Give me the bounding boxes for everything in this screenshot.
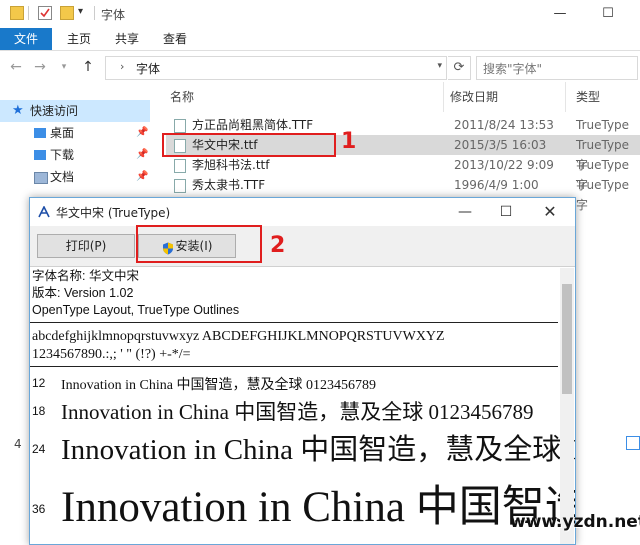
sidebar-item-quick-access[interactable]: ★ 快速访问 — [0, 100, 150, 122]
search-input[interactable]: 搜索"字体" — [476, 56, 638, 80]
column-header-type[interactable]: 类型 — [576, 88, 600, 105]
forward-arrow-icon[interactable]: → — [30, 57, 50, 77]
scrollbar-thumb[interactable] — [562, 284, 572, 394]
minimize-button[interactable]: — — [540, 4, 580, 24]
sidebar-item-label: 快速访问 — [30, 104, 79, 118]
font-outline-line: OpenType Layout, TrueType Outlines — [32, 303, 240, 317]
size-sample-text: Innovation in China 中国智造，慧及全球 0123456789 — [61, 400, 534, 424]
window-title: 字体 — [101, 8, 126, 22]
size-sample-36: 36 Innovation in China 中国智造，慧及全球 0123456… — [30, 472, 575, 532]
divider — [94, 6, 95, 20]
address-field[interactable]: › 字体 ▾ — [105, 56, 447, 80]
close-button[interactable]: ✕ — [530, 202, 570, 222]
sidebar-item-label: 下载 — [50, 148, 75, 162]
sidebar-item-label: 桌面 — [50, 126, 75, 140]
file-name: 方正品尚粗黑简体.TTF — [192, 118, 314, 132]
file-type: TrueType 字 — [576, 178, 630, 212]
sidebar-item-documents[interactable]: 文档 📌 — [0, 166, 150, 188]
alphabet-sample: abcdefghijklmnopqrstuvwxyz ABCDEFGHIJKLM… — [32, 329, 445, 344]
dialog-toolbar: 打印(P) 安装(I) — [30, 226, 575, 267]
refresh-icon[interactable]: ⟳ — [448, 56, 471, 80]
font-viewer-dialog: 华文中宋 (TrueType) — ☐ ✕ 打印(P) 安装(I) 字体名称: … — [29, 197, 576, 545]
column-header-date[interactable]: 修改日期 — [450, 88, 498, 105]
annotation-number-2: 2 — [270, 233, 286, 258]
size-sample-12: 12 Innovation in China 中国智造，慧及全球 0123456… — [30, 374, 570, 394]
maximize-button[interactable]: ☐ — [486, 202, 526, 222]
dialog-title: 华文中宋 (TrueType) — [56, 206, 171, 220]
size-label: 18 — [32, 404, 46, 418]
back-arrow-icon[interactable]: ← — [6, 57, 26, 77]
column-header-name[interactable]: 名称 — [170, 88, 194, 105]
font-file-icon — [174, 179, 186, 193]
breadcrumb[interactable]: 字体 — [136, 60, 160, 77]
sidebar-item-downloads[interactable]: 下载 📌 — [0, 144, 150, 166]
font-icon — [38, 205, 50, 218]
file-name: 李旭科书法.ttf — [192, 158, 270, 172]
tab-home[interactable]: 主页 — [58, 28, 100, 50]
folder-icon — [10, 6, 24, 20]
file-row[interactable]: 方正品尚粗黑简体.TTF 2011/8/24 13:53 TrueType 字 — [166, 115, 640, 152]
file-date: 2015/3/5 16:03 — [454, 138, 547, 152]
star-icon: ★ — [12, 103, 24, 118]
column-divider[interactable] — [443, 82, 444, 112]
up-arrow-icon[interactable]: ↑ — [78, 57, 98, 77]
recent-locations-chevron-icon[interactable]: ▾ — [54, 57, 74, 77]
print-button[interactable]: 打印(P) — [37, 234, 135, 258]
column-divider[interactable] — [565, 82, 566, 112]
size-label: 36 — [32, 502, 46, 516]
sidebar-item-label: 文档 — [50, 170, 75, 184]
minimize-button[interactable]: — — [445, 202, 485, 222]
divider — [30, 322, 558, 323]
size-label: 12 — [32, 376, 46, 390]
font-version-line: 版本: Version 1.02 — [32, 286, 134, 300]
size-sample-text: Innovation in China 中国智造，慧及全球 0123456789 — [61, 484, 576, 531]
tab-view[interactable]: 查看 — [154, 28, 196, 50]
tab-file[interactable]: 文件 — [0, 28, 52, 50]
download-folder-icon — [34, 150, 46, 160]
pin-icon[interactable]: 📌 — [136, 122, 148, 144]
digits-sample: 1234567890.:,; ' " (!?) +-*/= — [32, 347, 191, 362]
address-dropdown-icon[interactable]: ▾ — [437, 61, 442, 71]
ribbon-tabs: 文件 主页 共享 查看 — [0, 28, 640, 51]
desktop-folder-icon — [34, 128, 46, 138]
file-row[interactable]: 李旭科书法.ttf 2013/10/22 9:09 TrueType 字 — [166, 155, 640, 192]
search-placeholder: 搜索"字体" — [483, 62, 543, 76]
breadcrumb-chevron-icon[interactable]: › — [120, 60, 124, 73]
details-view-icon[interactable] — [626, 436, 640, 450]
quick-access-toolbar-dropdown-icon[interactable]: ▾ — [78, 6, 83, 17]
annotation-highlight-box-1 — [162, 133, 336, 157]
documents-folder-icon — [34, 172, 48, 184]
pin-icon[interactable]: 📌 — [136, 144, 148, 166]
vertical-scrollbar[interactable] — [560, 268, 574, 544]
size-sample-text: Innovation in China 中国智造，慧及全球 0123456789 — [61, 378, 376, 393]
character-sample: abcdefghijklmnopqrstuvwxyz ABCDEFGHIJKLM… — [32, 328, 445, 364]
font-file-icon — [174, 159, 186, 173]
address-bar-row: ← → ▾ ↑ › 字体 ▾ ⟳ 搜索"字体" — [0, 52, 640, 82]
properties-icon[interactable] — [38, 6, 52, 20]
sidebar-item-desktop[interactable]: 桌面 📌 — [0, 122, 150, 144]
font-file-icon — [174, 119, 186, 133]
annotation-number-1: 1 — [341, 129, 357, 154]
size-sample-text: Innovation in China 中国智造，慧及全球 0123456789 — [61, 434, 575, 466]
pin-icon[interactable]: 📌 — [136, 166, 148, 188]
file-date: 1996/4/9 1:00 — [454, 178, 539, 192]
file-date: 2013/10/22 9:09 — [454, 158, 554, 172]
divider — [30, 366, 558, 367]
file-date: 2011/8/24 13:53 — [454, 118, 554, 132]
font-name-line: 字体名称: 华文中宋 — [32, 269, 139, 283]
file-name: 秀太隶书.TTF — [192, 178, 266, 192]
new-folder-icon[interactable] — [60, 6, 74, 20]
size-sample-18: 18 Innovation in China 中国智造，慧及全球 0123456… — [30, 396, 570, 424]
dialog-titlebar: 华文中宋 (TrueType) — ☐ ✕ — [30, 198, 575, 226]
file-row[interactable]: 秀太隶书.TTF 1996/4/9 1:00 TrueType 字 — [166, 175, 640, 212]
divider — [28, 6, 29, 20]
watermark-url: www.yzdn.net — [510, 512, 640, 532]
maximize-button[interactable]: ☐ — [588, 4, 628, 24]
tab-share[interactable]: 共享 — [106, 28, 148, 50]
explorer-titlebar: ▾ 字体 — ☐ — [0, 0, 640, 28]
annotation-highlight-box-2 — [136, 225, 262, 263]
size-label: 24 — [32, 442, 46, 456]
size-sample-24: 24 Innovation in China 中国智造，慧及全球 0123456… — [30, 426, 575, 466]
